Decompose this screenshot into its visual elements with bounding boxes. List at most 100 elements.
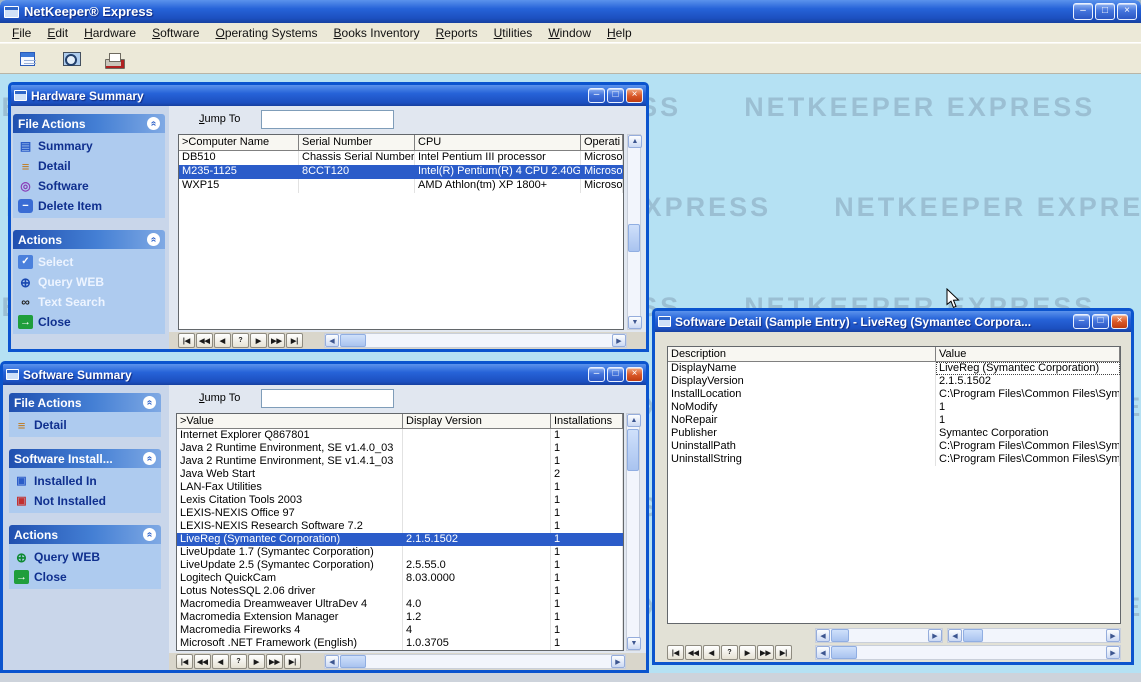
table-row[interactable]: Lexis Citation Tools 20031: [177, 494, 623, 507]
find-computer-button[interactable]: [54, 46, 84, 72]
scroll-right-icon[interactable]: ▶: [611, 655, 625, 668]
maximize-button[interactable]: □: [607, 88, 624, 103]
new-record-button[interactable]: [12, 46, 42, 72]
minimize-button[interactable]: –: [1073, 3, 1093, 20]
software-summary-title-bar[interactable]: Software Summary – □ ×: [3, 364, 646, 385]
vertical-scrollbar[interactable]: ▲ ▼: [626, 413, 640, 651]
table-row[interactable]: Java Web Start2: [177, 468, 623, 481]
column-header-computer-name[interactable]: >Computer Name: [179, 135, 299, 151]
chevron-up-icon[interactable]: «: [147, 233, 160, 246]
sidebar-item-detail[interactable]: ≡Detail: [13, 156, 165, 176]
table-row[interactable]: NoRepair1: [668, 414, 1120, 427]
nav-first-button[interactable]: |◀: [667, 645, 684, 660]
table-row[interactable]: DisplayVersion2.1.5.1502: [668, 375, 1120, 388]
scroll-left-icon[interactable]: ◀: [948, 629, 962, 642]
table-row[interactable]: Macromedia Fireworks 441: [177, 624, 623, 637]
scroll-down-icon[interactable]: ▼: [627, 637, 641, 650]
nav-help-button[interactable]: ?: [721, 645, 738, 660]
menu-item-books-inventory[interactable]: Books Inventory: [326, 24, 428, 42]
chevron-up-icon[interactable]: «: [143, 396, 156, 409]
nav-prev-button[interactable]: ◀: [212, 654, 229, 669]
nav-next-page-button[interactable]: ▶▶: [757, 645, 774, 660]
vertical-scrollbar[interactable]: ▲ ▼: [627, 134, 641, 330]
sidebar-item-software[interactable]: ◎Software: [13, 176, 165, 196]
menu-item-window[interactable]: Window: [540, 24, 599, 42]
nav-help-button[interactable]: ?: [230, 654, 247, 669]
table-row[interactable]: PublisherSymantec Corporation: [668, 427, 1120, 440]
table-row[interactable]: Java 2 Runtime Environment, SE v1.4.1_03…: [177, 455, 623, 468]
scroll-right-icon[interactable]: ▶: [1106, 629, 1120, 642]
chevron-up-icon[interactable]: «: [143, 528, 156, 541]
scroll-track[interactable]: [830, 629, 928, 642]
menu-item-reports[interactable]: Reports: [428, 24, 486, 42]
app-title-bar[interactable]: NetKeeper® Express – □ ×: [0, 0, 1141, 23]
nav-first-button[interactable]: |◀: [178, 333, 195, 348]
nav-next-page-button[interactable]: ▶▶: [266, 654, 283, 669]
sidebar-section-header[interactable]: Actions«: [9, 525, 161, 544]
table-row[interactable]: LiveUpdate 2.5 (Symantec Corporation)2.5…: [177, 559, 623, 572]
scroll-track[interactable]: [628, 148, 640, 316]
table-row[interactable]: Macromedia Dreamweaver UltraDev 44.01: [177, 598, 623, 611]
table-row[interactable]: Lotus NotesSQL 2.06 driver1: [177, 585, 623, 598]
table-row[interactable]: UninstallStringC:\Program Files\Common F…: [668, 453, 1120, 466]
restore-button[interactable]: □: [1095, 3, 1115, 20]
nav-next-button[interactable]: ▶: [248, 654, 265, 669]
sidebar-section-header[interactable]: File Actions«: [9, 393, 161, 412]
software-detail-title-bar[interactable]: Software Detail (Sample Entry) - LiveReg…: [655, 311, 1131, 332]
table-row[interactable]: LEXIS-NEXIS Office 971: [177, 507, 623, 520]
close-button[interactable]: ×: [1117, 3, 1137, 20]
sidebar-item-delete-item[interactable]: −Delete Item: [13, 196, 165, 216]
description-column-scrollbar[interactable]: ◀ ▶: [815, 628, 943, 643]
scroll-up-icon[interactable]: ▲: [628, 135, 642, 148]
horizontal-scrollbar[interactable]: ◀ ▶: [324, 333, 627, 348]
table-row[interactable]: LAN-Fax Utilities1: [177, 481, 623, 494]
maximize-button[interactable]: □: [607, 367, 624, 382]
chevron-up-icon[interactable]: «: [147, 117, 160, 130]
nav-prev-button[interactable]: ◀: [214, 333, 231, 348]
nav-prev-page-button[interactable]: ◀◀: [194, 654, 211, 669]
sidebar-item-summary[interactable]: ▤Summary: [13, 136, 165, 156]
nav-next-button[interactable]: ▶: [739, 645, 756, 660]
scroll-thumb[interactable]: [963, 629, 983, 642]
sidebar-section-header[interactable]: Software Install...«: [9, 449, 161, 468]
menu-item-hardware[interactable]: Hardware: [76, 24, 144, 42]
value-column-scrollbar[interactable]: ◀ ▶: [947, 628, 1121, 643]
menu-item-edit[interactable]: Edit: [39, 24, 76, 42]
table-row[interactable]: M235-11258CCT120Intel(R) Pentium(R) 4 CP…: [179, 165, 623, 179]
scroll-thumb[interactable]: [340, 334, 366, 347]
sidebar-item-close[interactable]: →Close: [9, 567, 161, 587]
scroll-thumb[interactable]: [831, 629, 849, 642]
table-row[interactable]: LiveUpdate 1.7 (Symantec Corporation)1: [177, 546, 623, 559]
jump-to-input[interactable]: [261, 110, 394, 129]
scroll-track[interactable]: [830, 646, 1106, 659]
nav-prev-button[interactable]: ◀: [703, 645, 720, 660]
minimize-button[interactable]: –: [1073, 314, 1090, 329]
scroll-up-icon[interactable]: ▲: [627, 414, 641, 427]
table-row[interactable]: Internet Explorer Q8678011: [177, 429, 623, 442]
scroll-thumb[interactable]: [627, 429, 639, 471]
scroll-track[interactable]: [627, 427, 639, 637]
nav-first-button[interactable]: |◀: [176, 654, 193, 669]
nav-last-button[interactable]: ▶|: [775, 645, 792, 660]
column-header-description[interactable]: Description: [668, 347, 936, 362]
minimize-button[interactable]: –: [588, 88, 605, 103]
nav-prev-page-button[interactable]: ◀◀: [685, 645, 702, 660]
scroll-right-icon[interactable]: ▶: [1106, 646, 1120, 659]
table-row[interactable]: DisplayNameLiveReg (Symantec Corporation…: [668, 362, 1120, 375]
scroll-track[interactable]: [339, 655, 611, 668]
nav-prev-page-button[interactable]: ◀◀: [196, 333, 213, 348]
menu-item-help[interactable]: Help: [599, 24, 640, 42]
sidebar-item-query-web[interactable]: ⊕Query WEB: [13, 272, 165, 292]
table-row[interactable]: LEXIS-NEXIS Research Software 7.21: [177, 520, 623, 533]
table-row[interactable]: WXP15AMD Athlon(tm) XP 1800+Microsof: [179, 179, 623, 193]
scroll-thumb[interactable]: [340, 655, 366, 668]
nav-next-button[interactable]: ▶: [250, 333, 267, 348]
sidebar-section-header[interactable]: Actions«: [13, 230, 165, 249]
horizontal-scrollbar[interactable]: ◀ ▶: [324, 654, 626, 669]
table-row[interactable]: NoModify1: [668, 401, 1120, 414]
scroll-left-icon[interactable]: ◀: [325, 655, 339, 668]
table-row[interactable]: Microsoft .NET Framework (English)1.0.37…: [177, 637, 623, 650]
scroll-track[interactable]: [339, 334, 612, 347]
close-button[interactable]: ×: [626, 367, 643, 382]
nav-last-button[interactable]: ▶|: [284, 654, 301, 669]
